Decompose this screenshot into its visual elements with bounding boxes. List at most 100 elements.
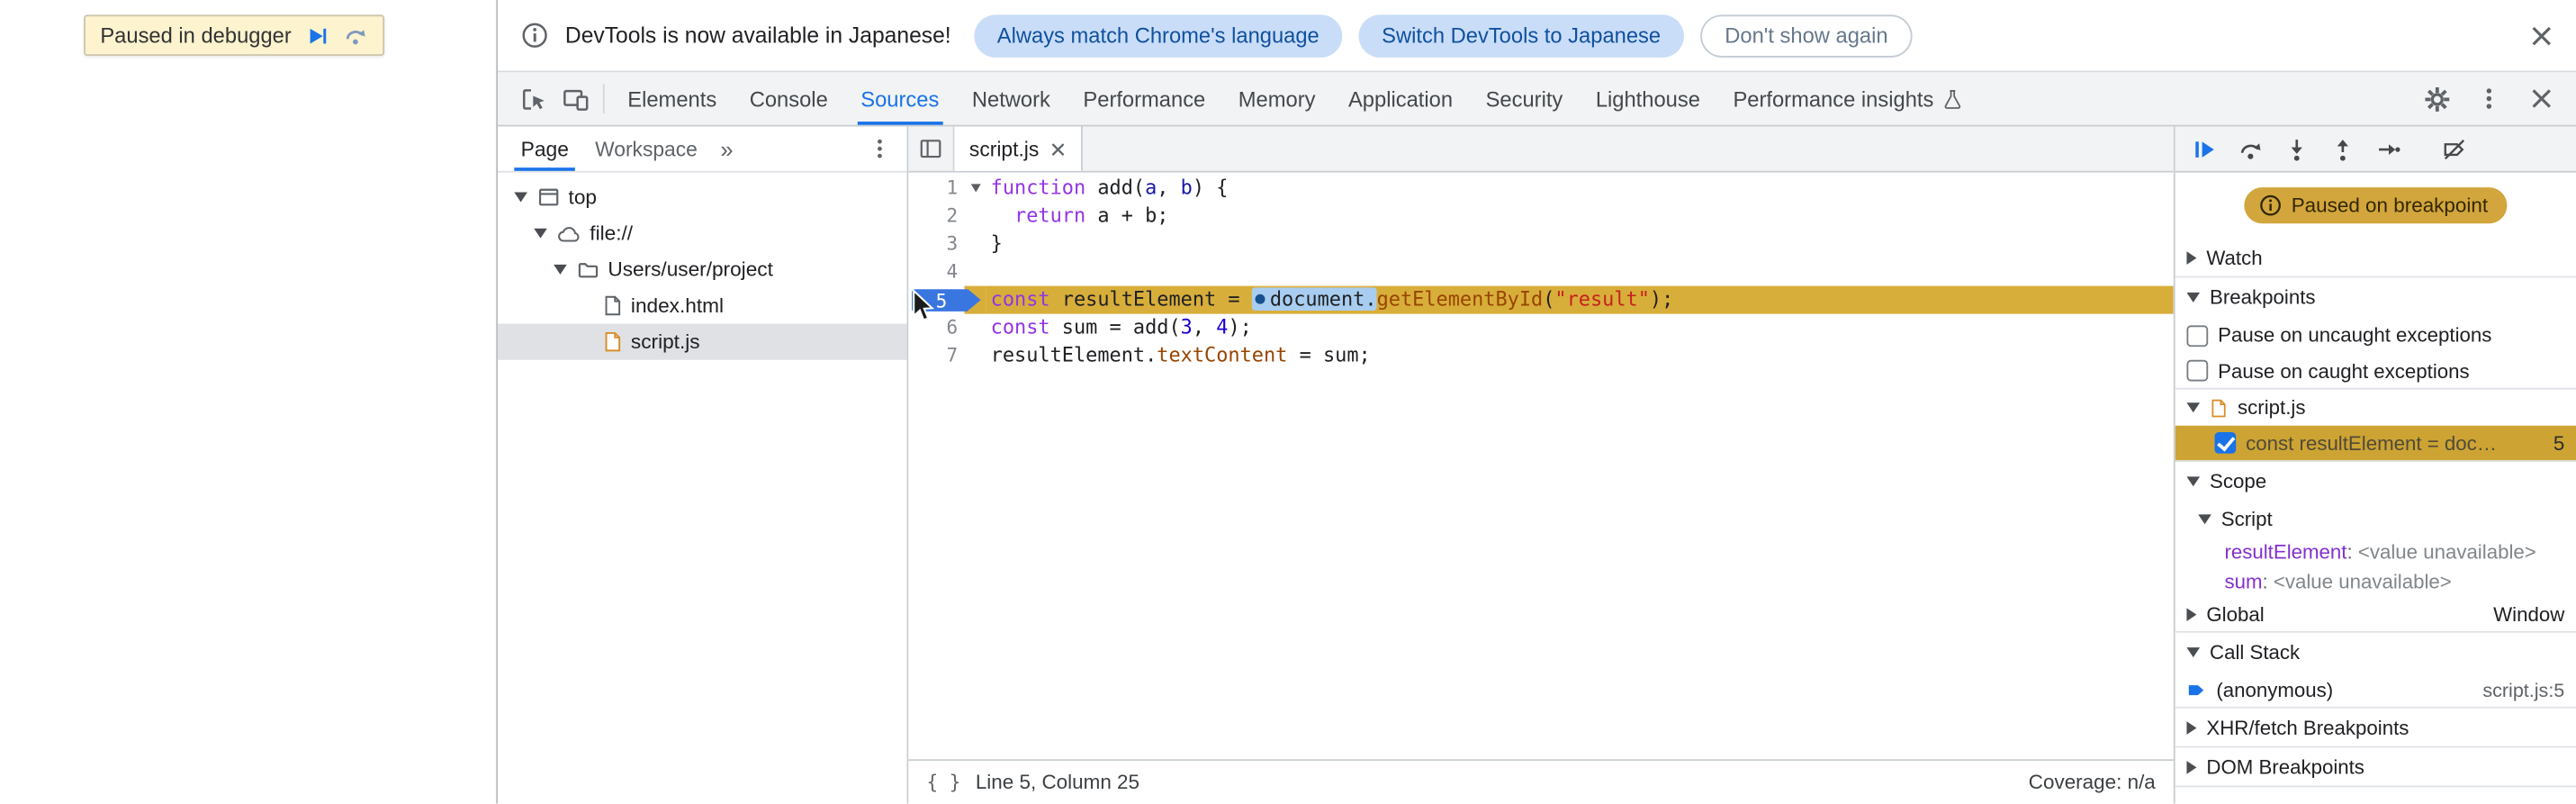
overlay-step-over-button[interactable]	[344, 23, 368, 48]
chevron-right-icon[interactable]	[2186, 607, 2197, 621]
always-match-language-button[interactable]: Always match Chrome's language	[974, 14, 1343, 57]
section-watch[interactable]: Watch	[2175, 239, 2576, 278]
tab-label: Elements	[627, 86, 717, 112]
tree-item-project-folder[interactable]: Users/user/project	[498, 251, 906, 287]
code-text[interactable]: resultElement.textContent = sum;	[986, 342, 2174, 370]
tab-lighthouse[interactable]: Lighthouse	[1580, 72, 1717, 124]
pause-uncaught-exceptions-row[interactable]: Pause on uncaught exceptions	[2175, 317, 2576, 353]
checkbox-unchecked[interactable]	[2186, 324, 2209, 347]
line-number[interactable]: 6	[908, 313, 965, 342]
code-text[interactable]: const resultElement = document.getElemen…	[986, 285, 2174, 314]
navigator-header: Page Workspace »	[498, 127, 907, 173]
chevron-down-icon[interactable]	[2186, 292, 2201, 303]
section-scope[interactable]: Scope	[2175, 462, 2576, 501]
tab-performance-insights[interactable]: Performance insights	[1716, 72, 1979, 124]
chevron-right-icon[interactable]	[2186, 760, 2197, 773]
code-text[interactable]: function add(a, b) {	[986, 174, 2174, 202]
overlay-resume-button[interactable]	[306, 23, 329, 47]
tree-label: script.js	[630, 330, 700, 354]
pause-caught-exceptions-row[interactable]: Pause on caught exceptions	[2175, 353, 2576, 390]
step-out-icon[interactable]	[2329, 136, 2355, 162]
line-number[interactable]: 3	[908, 230, 965, 258]
toggle-navigator-icon[interactable]	[908, 126, 955, 171]
line-number[interactable]: 7	[908, 341, 965, 370]
chevron-down-icon[interactable]	[2186, 402, 2201, 413]
code-editor[interactable]: 1 function add(a, b) { 2 return a + b; 3} 4 5…	[908, 172, 2174, 760]
code-text[interactable]: return a + b;	[986, 203, 2174, 230]
chevron-down-icon[interactable]	[2198, 514, 2211, 525]
line-number[interactable]: 4	[908, 257, 965, 286]
tab-performance[interactable]: Performance	[1067, 72, 1221, 124]
tree-item-file-protocol[interactable]: file://	[498, 215, 906, 251]
scope-group-script[interactable]: Script	[2175, 501, 2576, 538]
code-text[interactable]	[986, 258, 2174, 286]
code-token: textContent	[1157, 343, 1288, 367]
tab-network[interactable]: Network	[956, 72, 1067, 124]
tab-sources[interactable]: Sources	[844, 72, 956, 125]
chevron-down-icon[interactable]	[553, 264, 566, 275]
checkbox-unchecked[interactable]	[2186, 359, 2209, 382]
dont-show-again-button[interactable]: Don't show again	[1699, 14, 1913, 57]
tree-item-top[interactable]: top	[498, 179, 906, 215]
close-notification-icon[interactable]	[2530, 23, 2553, 47]
scope-group-global[interactable]: Global Window	[2175, 597, 2576, 633]
tree-label: file://	[590, 221, 634, 245]
pretty-print-icon[interactable]: { }	[926, 771, 960, 794]
call-stack-frame[interactable]: (anonymous) script.js:5	[2175, 673, 2576, 709]
code-text[interactable]: }	[986, 230, 2174, 258]
nav-tab-label: Page	[520, 137, 569, 160]
section-dom-breakpoints[interactable]: DOM Breakpoints	[2175, 748, 2576, 788]
tab-elements[interactable]: Elements	[611, 72, 733, 124]
chevron-down-icon[interactable]	[533, 228, 546, 239]
checkbox-checked[interactable]	[2214, 432, 2237, 454]
execution-line-marker[interactable]: 5	[908, 285, 981, 314]
checkbox-label: Pause on uncaught exceptions	[2218, 323, 2492, 348]
tab-page[interactable]: Page	[508, 127, 582, 171]
scope-variable-row[interactable]: sum<value unavailable>	[2175, 567, 2576, 597]
code-token: ) {	[1192, 176, 1229, 199]
tab-security[interactable]: Security	[1469, 72, 1579, 124]
close-devtools-icon[interactable]	[2520, 77, 2562, 120]
chevron-right-icon[interactable]	[2186, 250, 2197, 264]
step-into-icon[interactable]	[2283, 136, 2310, 162]
inspect-icon[interactable]	[511, 77, 554, 120]
fold-gutter[interactable]	[964, 174, 986, 202]
tree-item-index-html[interactable]: index.html	[498, 287, 906, 323]
switch-devtools-japanese-button[interactable]: Switch DevTools to Japanese	[1358, 14, 1684, 57]
fold-arrow-icon[interactable]	[969, 184, 980, 193]
deactivate-breakpoints-icon[interactable]	[2441, 136, 2467, 162]
chevron-right-icon[interactable]	[2186, 720, 2197, 734]
section-xhr-breakpoints[interactable]: XHR/fetch Breakpoints	[2175, 709, 2576, 748]
code-text[interactable]: const sum = add(3, 4);	[986, 314, 2174, 342]
tab-workspace[interactable]: Workspace	[582, 127, 711, 171]
tab-memory[interactable]: Memory	[1222, 72, 1332, 124]
editor-tab-script-js[interactable]: script.js	[954, 126, 1084, 171]
cloud-icon	[557, 222, 581, 244]
section-breakpoints[interactable]: Breakpoints	[2175, 277, 2576, 317]
chevron-down-icon[interactable]	[2186, 647, 2201, 658]
settings-gear-icon[interactable]	[2415, 77, 2457, 120]
scope-group-label: Script	[2220, 508, 2273, 531]
line-number[interactable]: 1	[908, 174, 965, 203]
more-options-icon[interactable]	[2468, 77, 2510, 120]
step-over-icon[interactable]	[2238, 136, 2264, 162]
line-number[interactable]: 2	[908, 202, 965, 230]
step-icon[interactable]	[2375, 136, 2401, 162]
tab-console[interactable]: Console	[733, 72, 844, 124]
breakpoint-group-script-js[interactable]: script.js	[2175, 390, 2576, 426]
breakpoint-entry[interactable]: const resultElement = doc… 5	[2175, 425, 2576, 462]
tree-item-script-js[interactable]: script.js	[498, 323, 907, 360]
line-number-text: 6	[946, 315, 959, 339]
device-toolbar-icon[interactable]	[554, 77, 596, 120]
scope-variable-row[interactable]: resultElement<value unavailable>	[2175, 538, 2576, 567]
chevron-down-icon[interactable]	[2186, 476, 2201, 487]
chevron-down-icon[interactable]	[513, 192, 527, 203]
close-tab-icon[interactable]	[1050, 140, 1067, 157]
tab-application[interactable]: Application	[1332, 72, 1470, 124]
resume-script-icon[interactable]	[2192, 136, 2218, 162]
more-tabs-icon[interactable]: »	[710, 136, 743, 162]
section-call-stack[interactable]: Call Stack	[2175, 633, 2576, 673]
navigator-menu-icon[interactable]	[862, 138, 896, 159]
devtools-panel: DevTools is now available in Japanese! A…	[498, 0, 2576, 804]
